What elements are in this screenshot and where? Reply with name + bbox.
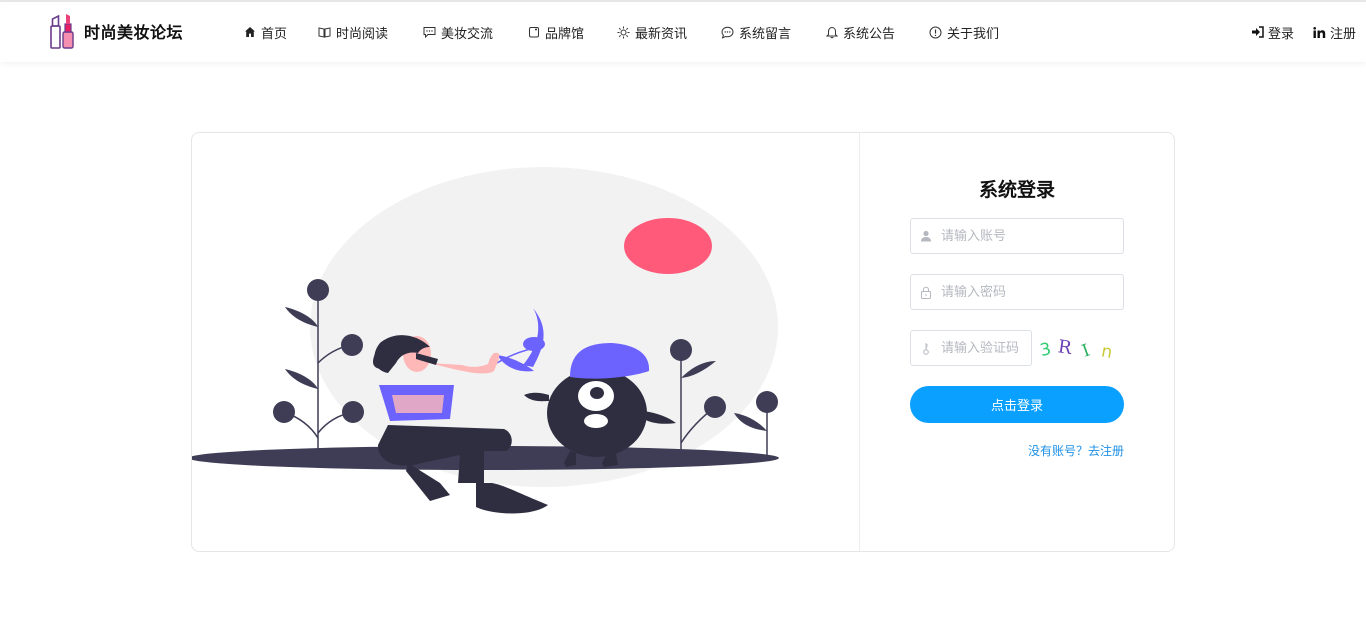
lock-icon	[911, 286, 941, 299]
header-register-link[interactable]: 注册	[1313, 23, 1356, 42]
bell-icon	[825, 26, 838, 39]
chat-icon	[423, 26, 436, 39]
username-input[interactable]	[941, 220, 1123, 252]
nav-item-label: 首页	[261, 26, 288, 42]
captcha-input[interactable]	[941, 332, 1031, 364]
captcha-char: I	[1080, 341, 1093, 362]
book-icon	[318, 26, 331, 39]
login-submit-button[interactable]: 点击登录	[910, 386, 1124, 423]
info-icon	[929, 26, 942, 39]
login-title: 系统登录	[978, 179, 1055, 201]
key-icon	[911, 342, 941, 355]
lipstick-icon	[48, 12, 76, 50]
captcha-char: 3	[1038, 339, 1053, 361]
header-login-label: 登录	[1267, 26, 1294, 42]
nav-item-makeup-exchange[interactable]: 美妆交流	[423, 23, 527, 42]
user-icon	[911, 230, 941, 242]
nav-item-home[interactable]: 首页	[243, 23, 318, 42]
username-field[interactable]	[910, 218, 1124, 254]
nav-item-label: 关于我们	[947, 26, 1000, 42]
nav-item-label: 最新资讯	[635, 26, 688, 42]
nav-item-brand-hall[interactable]: 品牌馆	[527, 23, 617, 42]
nav-item-label: 系统留言	[739, 26, 792, 42]
nav-item-announcements[interactable]: 系统公告	[825, 23, 929, 42]
nav-item-about[interactable]: 关于我们	[929, 23, 1019, 42]
register-link[interactable]: 没有账号？去注册	[1028, 442, 1124, 459]
brand[interactable]: 时尚美妆论坛	[48, 12, 183, 50]
linkedin-icon	[1313, 26, 1326, 38]
captcha-image[interactable]: 3 R I n	[1036, 331, 1124, 367]
brand-name: 时尚美妆论坛	[84, 23, 184, 42]
header-login-link[interactable]: 登录	[1251, 23, 1294, 42]
main-nav: 首页 时尚阅读 美妆交流 品牌馆 最新资讯 系统留言 系统公告 关于我们	[243, 2, 1019, 62]
captcha-field[interactable]	[910, 330, 1032, 366]
home-icon	[243, 26, 256, 39]
password-field[interactable]	[910, 274, 1124, 310]
login-card: 系统登录 3 R I n 点击	[191, 132, 1175, 552]
nav-item-news[interactable]: 最新资讯	[617, 23, 721, 42]
illustration-art	[192, 167, 779, 514]
captcha-char: n	[1100, 341, 1114, 363]
navbar: 时尚美妆论坛 首页 时尚阅读 美妆交流 品牌馆 最新资讯 系统留言 系统公告 关…	[0, 2, 1366, 62]
captcha-char: R	[1057, 336, 1074, 359]
login-panel: 系统登录 3 R I n 点击	[860, 133, 1174, 551]
sign-in-icon	[1251, 26, 1264, 38]
nav-item-label: 美妆交流	[441, 26, 494, 42]
message-icon	[721, 26, 734, 39]
password-input[interactable]	[941, 276, 1123, 308]
nav-item-label: 品牌馆	[545, 26, 585, 42]
tag-icon	[527, 26, 540, 39]
header-register-label: 注册	[1329, 26, 1356, 42]
nav-item-messages[interactable]: 系统留言	[721, 23, 825, 42]
nav-item-label: 系统公告	[843, 26, 896, 42]
nav-item-label: 时尚阅读	[336, 26, 389, 42]
nav-item-reading[interactable]: 时尚阅读	[318, 23, 423, 42]
sun-icon	[617, 26, 630, 39]
login-illustration	[192, 133, 860, 551]
auth-links: 登录 注册	[1232, 2, 1356, 62]
